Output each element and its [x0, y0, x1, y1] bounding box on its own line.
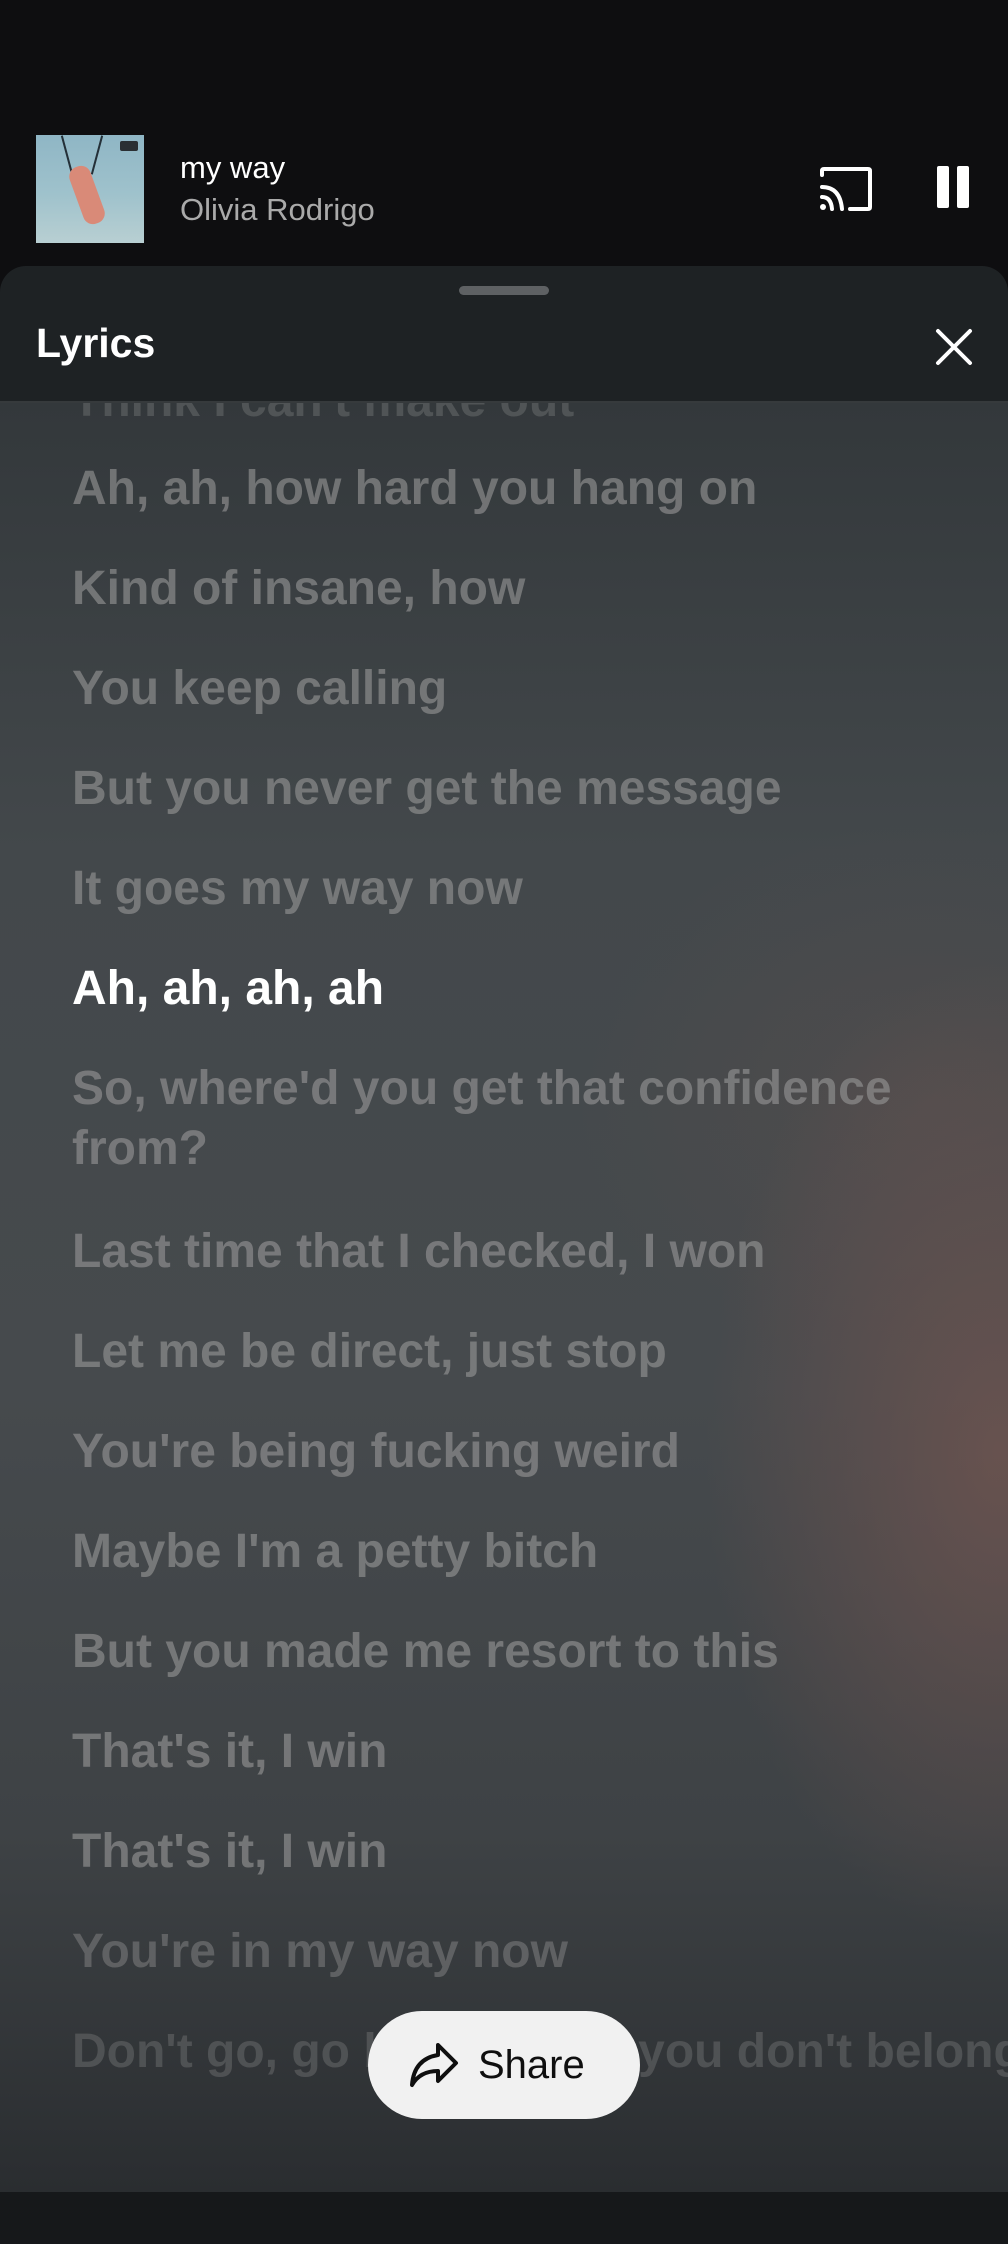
close-icon [936, 329, 972, 365]
lyric-line[interactable]: Maybe I'm a petty bitch [72, 1522, 952, 1582]
lyric-line-active[interactable]: Ah, ah, ah, ah [72, 959, 952, 1019]
cast-icon [820, 167, 872, 211]
album-art-detail [90, 135, 104, 175]
lyrics-list[interactable]: Think I can't make out Ah, ah, how hard … [0, 403, 1008, 2192]
lyric-line[interactable]: That's it, I win [72, 1822, 952, 1882]
share-label: Share [478, 2043, 585, 2087]
sheet-title: Lyrics [36, 320, 156, 366]
pause-icon-bar [957, 166, 969, 208]
mini-player[interactable]: my way Olivia Rodrigo [0, 120, 1008, 260]
lyric-line[interactable]: That's it, I win [72, 1722, 952, 1782]
song-artist: Olivia Rodrigo [180, 192, 375, 227]
bottom-bar [0, 2192, 1008, 2244]
pause-icon [937, 166, 949, 208]
lyric-line[interactable]: But you made me resort to this [72, 1622, 952, 1682]
lyric-line[interactable]: It goes my way now [72, 859, 952, 919]
close-button[interactable] [932, 325, 976, 369]
drag-handle[interactable] [459, 286, 549, 295]
lyric-line[interactable]: Last time that I checked, I won [72, 1222, 952, 1282]
lyric-line[interactable]: So, where'd you get that confidence from… [72, 1059, 952, 1179]
lyric-line[interactable]: You're in my way now [72, 1922, 952, 1982]
share-button[interactable]: Share [368, 2011, 640, 2119]
lyric-line[interactable]: Kind of insane, how [72, 559, 952, 619]
lyric-line[interactable]: Ah, ah, how hard you hang on [72, 459, 952, 519]
lyric-line[interactable]: You keep calling [72, 659, 952, 719]
share-icon [410, 2043, 458, 2087]
album-art-figure [66, 163, 108, 227]
album-art[interactable] [36, 135, 144, 243]
lyric-line[interactable]: But you never get the message [72, 759, 952, 819]
song-title: my way [180, 150, 286, 185]
lyric-line[interactable]: You're being fucking weird [72, 1422, 952, 1482]
pause-button[interactable] [935, 166, 971, 210]
cast-button[interactable] [818, 165, 874, 213]
lyric-line[interactable]: Let me be direct, just stop [72, 1322, 952, 1382]
lyrics-sheet: Lyrics Think I can't make out Ah, ah, ho… [0, 266, 1008, 2192]
album-art-tag [120, 141, 138, 151]
lyric-line[interactable]: Think I can't make out [72, 403, 952, 431]
